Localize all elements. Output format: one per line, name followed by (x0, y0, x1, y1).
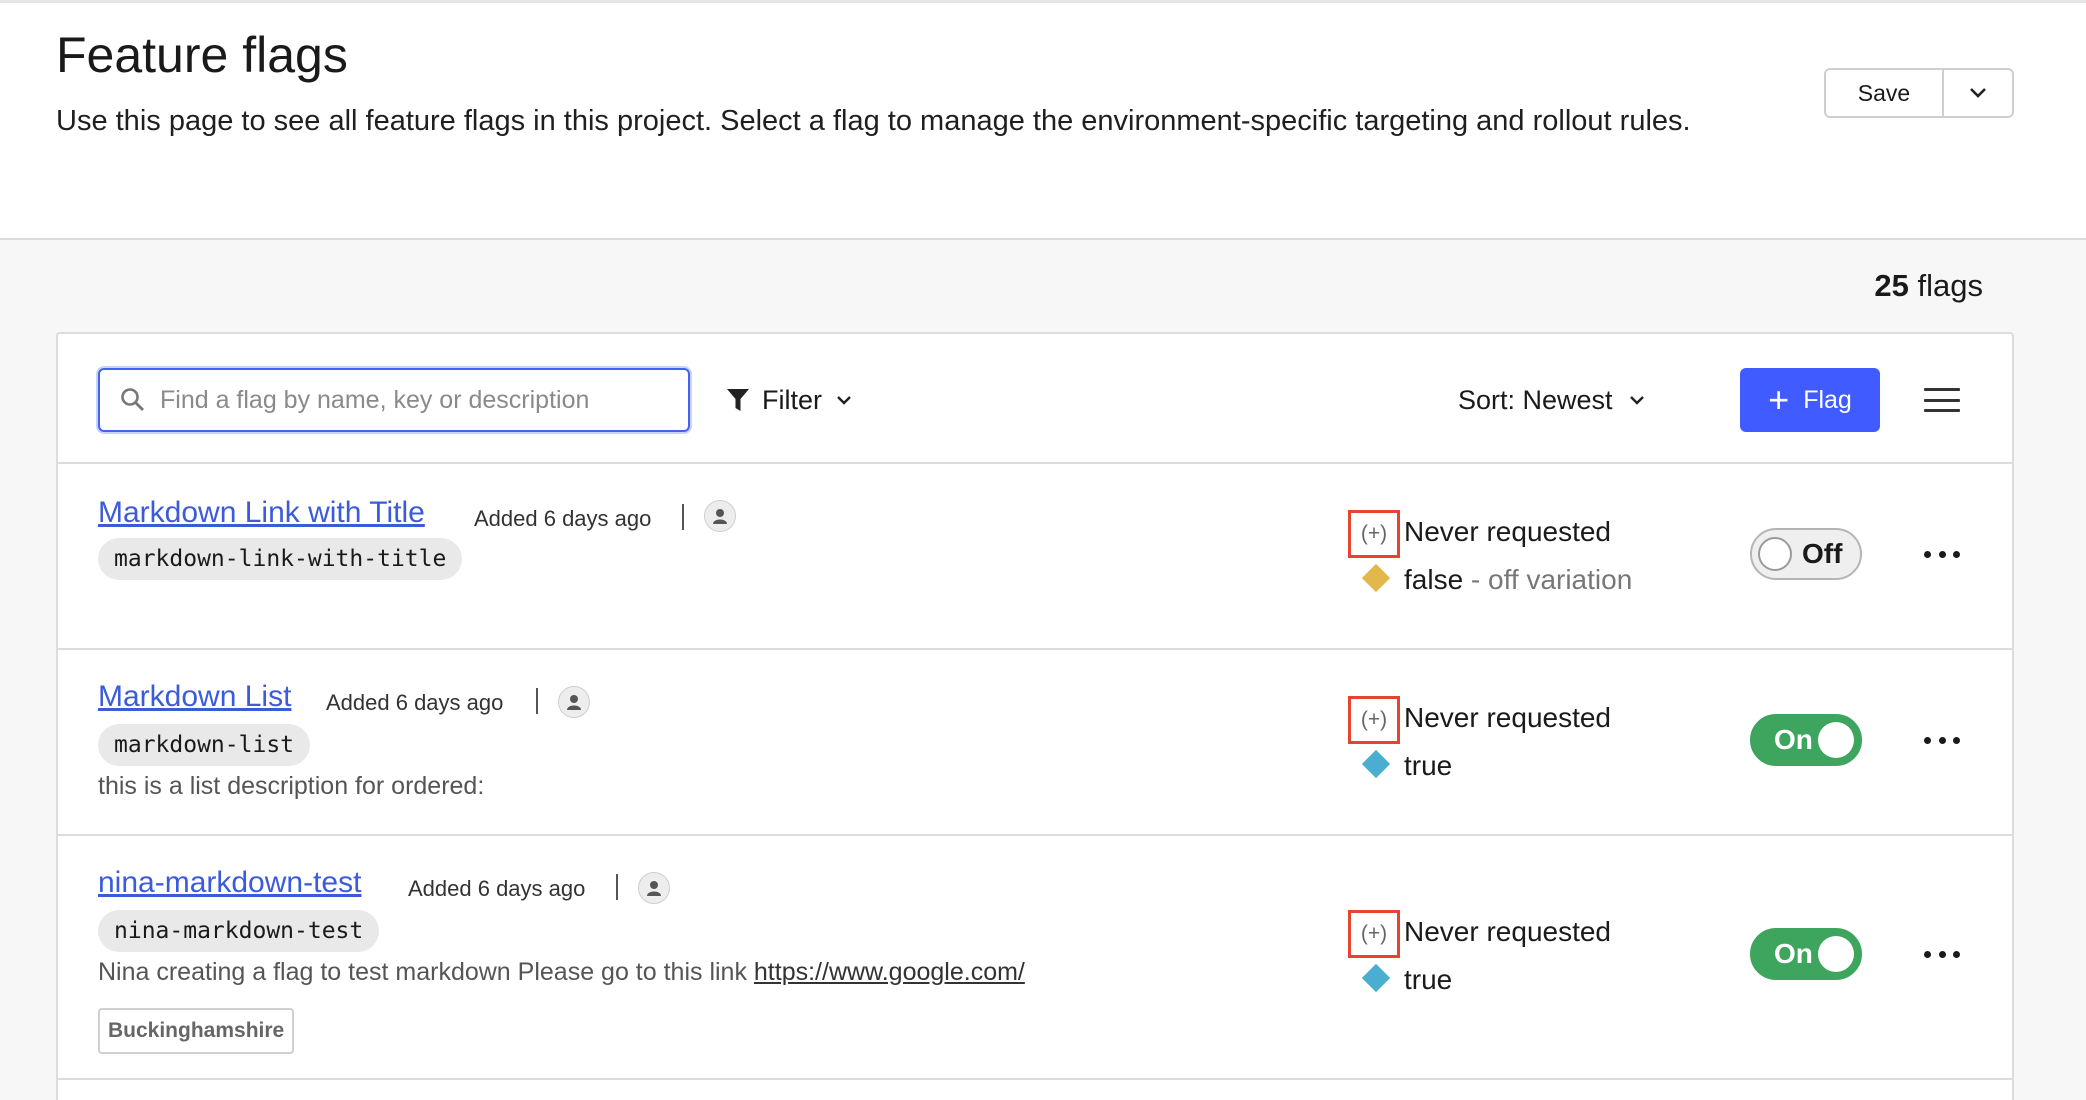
flags-panel: Filter Sort: Newest + Flag Markdown Link… (56, 332, 2014, 1100)
flag-added-date: Added 6 days ago (408, 876, 586, 901)
variation-value: true (1404, 750, 1453, 781)
avatar-icon[interactable] (558, 686, 590, 718)
flag-toggle[interactable]: On (1750, 714, 1862, 766)
flag-tag[interactable]: Buckinghamshire (98, 1008, 295, 1054)
save-button[interactable]: Save (1826, 70, 1944, 116)
save-button-group: Save (1824, 68, 2014, 118)
variation-text: true (1404, 964, 1452, 996)
flag-count-label: flags (1917, 268, 1983, 303)
more-options-icon[interactable] (1924, 730, 1960, 750)
evaluation-status: Never requested (1404, 516, 1612, 547)
divider (536, 688, 538, 714)
sort-dropdown[interactable]: Sort: Newest (1458, 376, 1645, 424)
flag-key-chip[interactable]: markdown-link-with-title (98, 538, 463, 580)
hamburger-icon-line (1924, 388, 1960, 391)
description-link[interactable]: https://www.google.com/ (754, 958, 1025, 986)
flag-key-chip[interactable]: markdown-list (98, 724, 311, 766)
save-options-button[interactable] (1944, 70, 2012, 116)
flag-added-date: Added 6 days ago (326, 690, 504, 715)
divider (616, 874, 618, 900)
variation-text: false - off variation (1404, 564, 1632, 596)
variation-diamond-icon (1361, 749, 1391, 779)
toggle-label: On (1774, 724, 1813, 755)
filter-label: Filter (762, 384, 822, 415)
hamburger-icon-line (1924, 398, 1960, 402)
flag-added-date: Added 6 days ago (474, 506, 652, 531)
avatar-icon[interactable] (704, 500, 736, 532)
chevron-down-icon (1970, 88, 1986, 98)
flag-count: 25 flags (1874, 268, 1983, 304)
flag-toggle[interactable]: On (1750, 928, 1862, 980)
toggle-label: On (1774, 938, 1813, 969)
variation-suffix: - off variation (1463, 564, 1633, 595)
view-menu-button[interactable] (1924, 382, 1960, 418)
flag-row: Markdown List Added 6 days ago markdown-… (58, 650, 2012, 836)
search-box[interactable] (98, 368, 690, 432)
flag-key-chip[interactable]: nina-markdown-test (98, 910, 380, 952)
chevron-down-icon (1629, 395, 1644, 405)
flag-description: Nina creating a flag to test markdown Pl… (98, 958, 1025, 987)
flag-name-link[interactable]: Markdown List (98, 680, 291, 714)
top-divider (0, 0, 2086, 3)
variation-value: true (1404, 964, 1453, 995)
flag-count-number: 25 (1874, 268, 1909, 303)
chevron-down-icon (837, 395, 851, 405)
filter-button[interactable]: Filter (726, 376, 852, 424)
flag-description: this is a list description for ordered: (98, 772, 485, 800)
flag-name-link[interactable]: nina-markdown-test (98, 866, 361, 900)
more-options-icon[interactable] (1924, 544, 1960, 564)
filter-icon (727, 389, 749, 411)
variation-diamond-icon (1361, 563, 1391, 593)
flag-name-link[interactable]: Markdown Link with Title (98, 496, 425, 530)
variation-text: true (1404, 750, 1452, 782)
flag-row: Markdown Link with Title Added 6 days ag… (58, 464, 2012, 650)
evaluation-plus-badge[interactable]: (+) (1348, 696, 1400, 744)
hamburger-icon-line (1924, 409, 1960, 412)
toggle-label: Off (1802, 538, 1843, 569)
toggle-knob (1758, 537, 1792, 571)
evaluation-plus-badge[interactable]: (+) (1348, 910, 1400, 958)
page-title: Feature flags (56, 27, 348, 83)
more-options-icon[interactable] (1924, 944, 1960, 964)
add-flag-button[interactable]: + Flag (1740, 368, 1880, 432)
variation-diamond-icon (1361, 963, 1391, 993)
evaluation-status: Never requested (1404, 916, 1612, 947)
evaluation-status: Never requested (1404, 702, 1612, 733)
avatar-icon[interactable] (638, 872, 670, 904)
flag-description-text: Nina creating a flag to test markdown Pl… (98, 958, 754, 986)
flag-toggle[interactable]: Off (1750, 528, 1862, 580)
search-input[interactable] (160, 385, 660, 415)
flags-toolbar: Filter Sort: Newest + Flag (58, 334, 2012, 464)
search-icon (121, 388, 144, 411)
sort-label: Sort: Newest (1458, 384, 1613, 415)
add-flag-label: Flag (1803, 385, 1852, 414)
flag-row: nina-markdown-test Added 6 days ago nina… (58, 836, 2012, 1080)
page-header: Feature flags Use this page to see all f… (0, 0, 2086, 240)
evaluation-plus-badge[interactable]: (+) (1348, 510, 1400, 558)
toggle-knob (1818, 722, 1854, 758)
plus-icon: + (1768, 379, 1790, 420)
divider (682, 504, 684, 530)
toggle-knob (1818, 936, 1854, 972)
variation-value: false (1404, 564, 1464, 595)
page-description: Use this page to see all feature flags i… (56, 105, 1691, 137)
